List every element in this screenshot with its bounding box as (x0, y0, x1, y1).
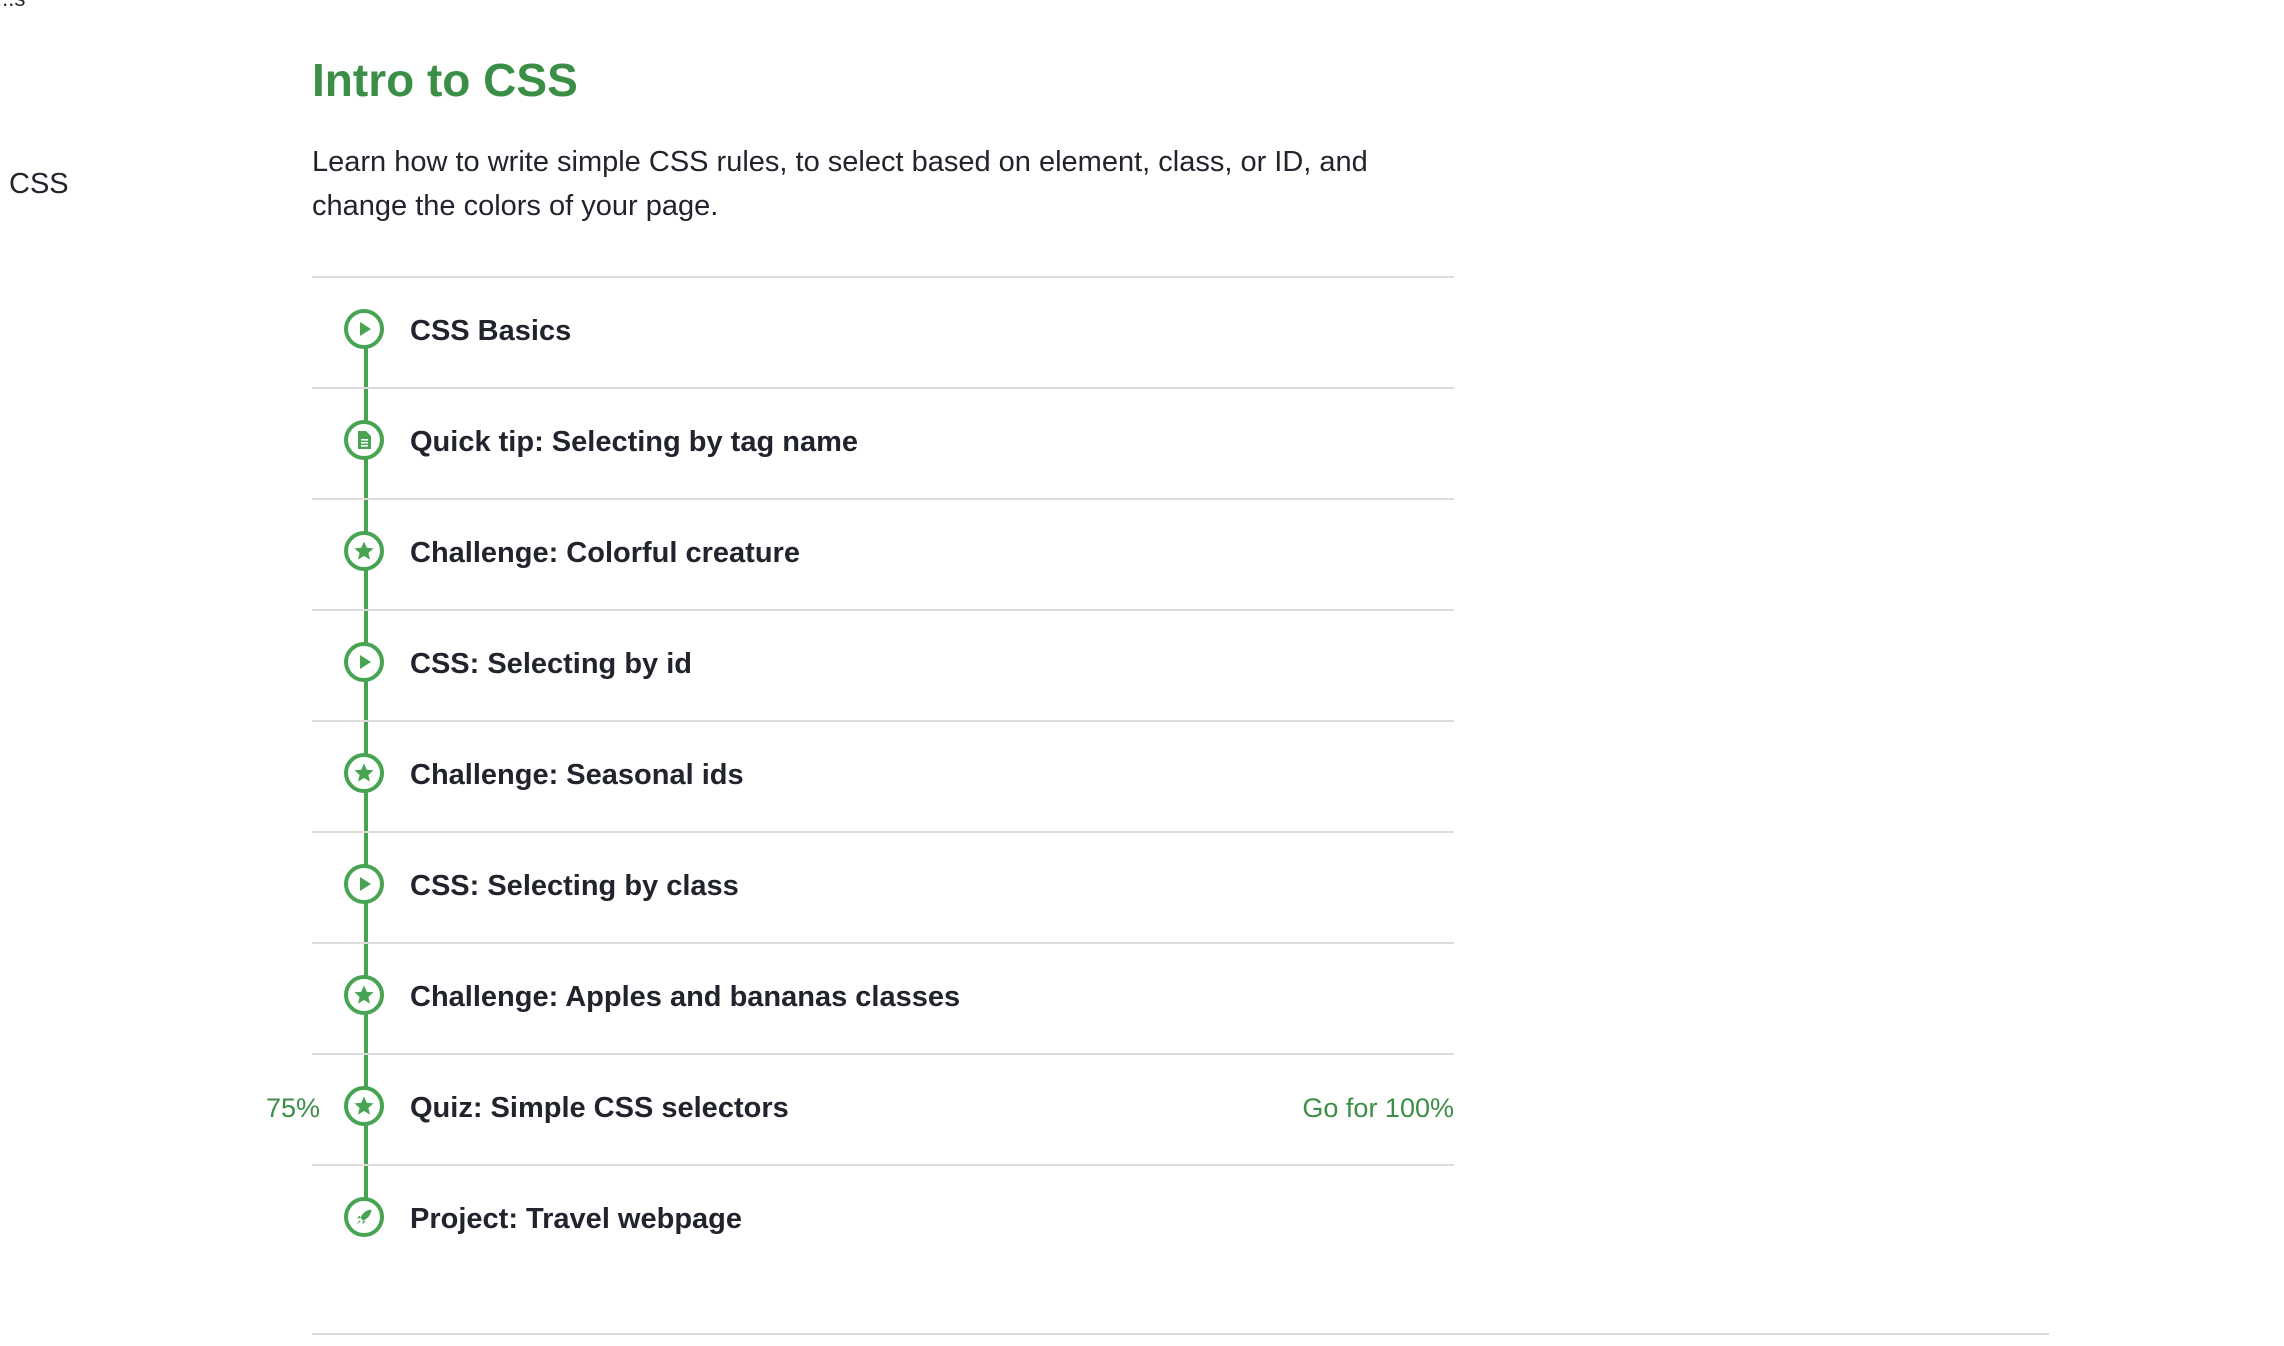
truncated-text-fragment: ...s (0, 0, 25, 12)
lesson-item[interactable]: 75% Quiz: Simple CSS selectors Go for 10… (266, 1055, 1454, 1166)
play-icon (344, 864, 384, 904)
lesson-item[interactable]: CSS Basics (312, 278, 1454, 389)
lesson-item[interactable]: Quick tip: Selecting by tag name (312, 389, 1454, 500)
lesson-title[interactable]: CSS: Selecting by class (410, 866, 739, 906)
article-icon (344, 420, 384, 460)
quiz-score: 75% (266, 1093, 321, 1123)
play-icon (344, 642, 384, 682)
star-icon (344, 753, 384, 793)
unit-header: Intro to CSS Learn how to write simple C… (312, 0, 1454, 228)
go-for-100-link[interactable]: Go for 100% (1302, 1090, 1454, 1126)
star-icon (344, 975, 384, 1015)
sidebar-item-css[interactable]: CSS (9, 168, 69, 201)
section-divider (312, 1333, 2049, 1335)
lesson-item[interactable]: Project: Travel webpage (312, 1166, 1454, 1275)
page: ...s CSS Intro to CSS Learn how to write… (0, 0, 2284, 1346)
lesson-title[interactable]: CSS Basics (410, 311, 571, 351)
lesson-title[interactable]: Challenge: Seasonal ids (410, 755, 744, 795)
lesson-item[interactable]: Challenge: Apples and bananas classes (312, 944, 1454, 1055)
star-icon (344, 1086, 384, 1126)
lesson-item[interactable]: CSS: Selecting by class (312, 833, 1454, 944)
lesson-title[interactable]: Challenge: Colorful creature (410, 533, 800, 573)
play-icon (344, 309, 384, 349)
lesson-list: CSS Basics Quick tip: Selecting by tag n… (266, 276, 1454, 1275)
lesson-item[interactable]: CSS: Selecting by id (312, 611, 1454, 722)
rocket-icon (344, 1197, 384, 1237)
lesson-title[interactable]: Project: Travel webpage (410, 1199, 742, 1239)
unit-description: Learn how to write simple CSS rules, to … (312, 146, 1368, 222)
lesson-item[interactable]: Challenge: Colorful creature (312, 500, 1454, 611)
lesson-title[interactable]: Challenge: Apples and bananas classes (410, 977, 960, 1017)
unit-title[interactable]: Intro to CSS (312, 52, 1454, 108)
lesson-title[interactable]: Quiz: Simple CSS selectors (410, 1088, 789, 1128)
lesson-item[interactable]: Challenge: Seasonal ids (312, 722, 1454, 833)
lesson-title[interactable]: CSS: Selecting by id (410, 644, 692, 684)
lesson-title[interactable]: Quick tip: Selecting by tag name (410, 422, 858, 462)
star-icon (344, 531, 384, 571)
